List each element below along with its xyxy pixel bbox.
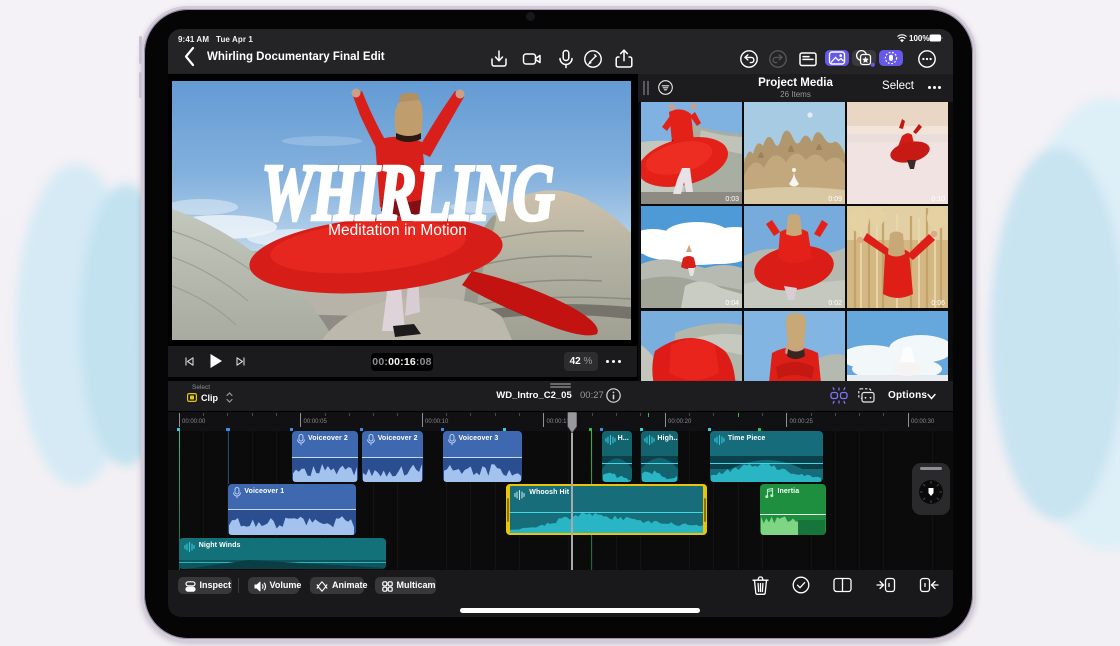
svg-text:0:09: 0:09 [828, 196, 842, 203]
svg-text:0:04: 0:04 [725, 300, 739, 307]
svg-text:0:10: 0:10 [931, 196, 945, 203]
svg-text:0:02: 0:02 [828, 300, 842, 307]
svg-text:0:06: 0:06 [931, 300, 945, 307]
svg-text:0:03: 0:03 [725, 196, 739, 203]
